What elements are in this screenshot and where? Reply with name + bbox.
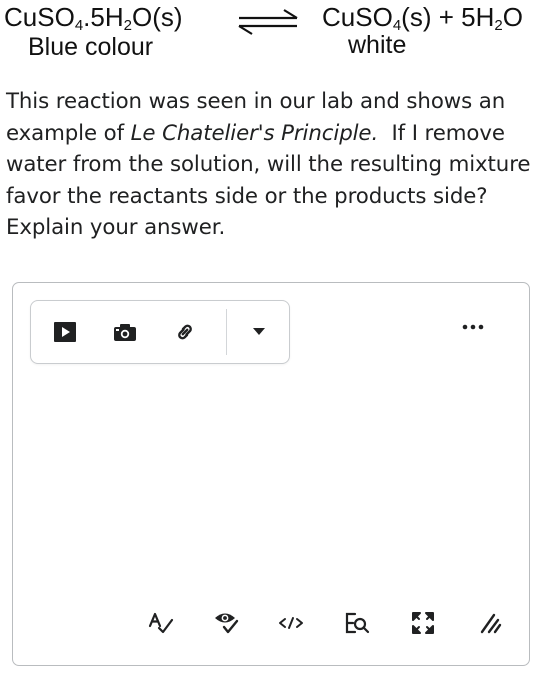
source-code-icon xyxy=(279,617,303,629)
insert-video-button[interactable] xyxy=(45,301,85,362)
spellcheck-icon xyxy=(148,612,174,634)
editor-status-bar xyxy=(143,605,513,641)
reactant-formula: CuSO4.5H2O(s) xyxy=(4,2,183,34)
camera-icon xyxy=(114,323,136,341)
toolbar-divider xyxy=(226,309,227,355)
fullscreen-button[interactable] xyxy=(405,605,441,641)
spellcheck-button[interactable] xyxy=(143,605,179,641)
reactant-colour-caption: Blue colour xyxy=(28,33,154,61)
product-formula: CuSO4(s) + 5H2O xyxy=(322,2,523,34)
equilibrium-arrow-icon xyxy=(238,9,298,35)
more-options-icon xyxy=(462,324,484,330)
accessibility-check-button[interactable] xyxy=(209,605,245,641)
insert-image-button[interactable] xyxy=(105,301,145,362)
resize-handle-icon xyxy=(480,613,502,634)
find-replace-button[interactable] xyxy=(339,605,375,641)
editor-toolbar xyxy=(30,300,290,364)
answer-editor[interactable] xyxy=(12,282,530,666)
fullscreen-icon xyxy=(412,612,434,634)
more-options-button[interactable] xyxy=(453,315,493,339)
resize-handle[interactable] xyxy=(473,605,509,641)
insert-link-button[interactable] xyxy=(165,301,205,362)
dropdown-caret-icon xyxy=(252,327,265,335)
link-icon xyxy=(178,324,192,339)
accessibility-check-icon xyxy=(215,613,239,634)
find-replace-icon xyxy=(345,612,370,634)
source-code-button[interactable] xyxy=(273,605,309,641)
video-icon xyxy=(54,321,76,342)
product-colour-caption: white xyxy=(348,31,407,59)
question-text: This reaction was seen in our lab and sh… xyxy=(6,89,538,240)
more-insert-dropdown[interactable] xyxy=(236,301,281,362)
principle-name: Le Chatelier's Principle. xyxy=(130,120,379,146)
